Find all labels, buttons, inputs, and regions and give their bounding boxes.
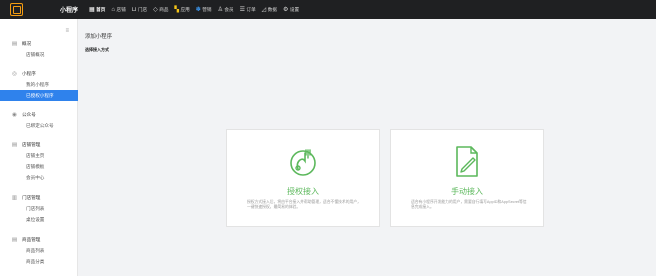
sidebar-item-goods-list[interactable]: 商品列表 — [0, 245, 78, 256]
group-label: 公众号 — [22, 112, 36, 117]
tag-icon: ◇ — [153, 6, 158, 13]
nav-item-data[interactable]: ◿ 数据 — [259, 0, 280, 19]
marketing-icon: ✽ — [195, 6, 201, 13]
group-label: 小程序 — [22, 71, 36, 76]
grid-icon: ▦ — [89, 6, 95, 13]
manual-access-card[interactable]: 手动接入 适合有小程序开发能力的用户，需要自行填写AppID和AppSecret… — [390, 129, 544, 227]
sidebar-item-authorized-miniapp[interactable]: 已授权小程序 — [0, 90, 78, 101]
nav-label: 首页 — [96, 6, 106, 12]
sidebar-group-title[interactable]: ◎ 小程序 — [0, 69, 78, 79]
nav-item-store[interactable]: ⊔ 门店 — [129, 0, 150, 19]
wechat-icon: ◉ — [12, 112, 17, 118]
store-manage-icon: ▥ — [11, 195, 18, 201]
shop-icon: ▤ — [11, 142, 18, 148]
overview-icon: ▤ — [11, 41, 18, 47]
order-icon: ☰ — [239, 6, 245, 13]
sidebar-item-table-settings[interactable]: 桌位设置 — [0, 214, 78, 225]
nav-item-apps[interactable]: ▚ 应用 — [171, 0, 192, 19]
top-navigation-bar: 小程序 ▦ 首页 ⌂ 店铺 ⊔ 门店 ◇ 商品 ▚ 应用 ✽ 营销 ♙ 会员 ☰… — [0, 0, 656, 19]
nav-label: 商品 — [159, 6, 169, 12]
sidebar: ≡ ▤ 概况 店铺概况 ◎ 小程序 我的小程序 已授权小程序 ◉ 公众号 已绑定… — [0, 19, 78, 276]
brand-logo[interactable] — [0, 0, 58, 19]
logo-mark-icon — [10, 3, 23, 16]
nav-item-settings[interactable]: ⚙ 设置 — [280, 0, 302, 19]
sidebar-item-store-list[interactable]: 门店列表 — [0, 203, 78, 214]
sidebar-item-my-miniapp[interactable]: 我的小程序 — [0, 79, 78, 90]
sidebar-group-title[interactable]: ▥ 门店管理 — [0, 193, 78, 203]
main-content: 添加小程序 选择接入方式 授权接入 授权方式接入后，将由平台接入并帮助管理，适合… — [78, 19, 656, 276]
menu-collapse-icon[interactable]: ≡ — [65, 28, 69, 34]
card-title: 手动接入 — [451, 187, 483, 196]
nav-item-member[interactable]: ♙ 会员 — [214, 0, 236, 19]
sidebar-group-wechat: ◉ 公众号 已绑定公众号 — [0, 110, 78, 131]
nav-item-marketing[interactable]: ✽ 营销 — [193, 0, 215, 19]
sidebar-group-overview: ▤ 概况 店铺概况 — [0, 39, 78, 60]
sidebar-group-title[interactable]: ◉ 公众号 — [0, 110, 78, 120]
sidebar-group-title[interactable]: ▤ 商品管理 — [0, 235, 78, 245]
sidebar-group-title[interactable]: ▤ 概况 — [0, 39, 78, 49]
nav-item-shop[interactable]: ⌂ 店铺 — [108, 0, 128, 19]
manual-document-icon — [456, 146, 478, 177]
nav-label: 店铺 — [116, 6, 126, 12]
nav-label: 门店 — [137, 6, 148, 12]
sidebar-group-miniapp: ◎ 小程序 我的小程序 已授权小程序 — [0, 69, 78, 101]
nav-label: 应用 — [180, 6, 190, 12]
nav-label: 会员 — [224, 6, 234, 12]
sidebar-group-title[interactable]: ▤ 店铺管理 — [0, 140, 78, 150]
nav-label: 数据 — [267, 6, 277, 12]
chart-icon: ◿ — [261, 6, 267, 13]
nav-label: 营销 — [202, 6, 212, 12]
main-nav: ▦ 首页 ⌂ 店铺 ⊔ 门店 ◇ 商品 ▚ 应用 ✽ 营销 ♙ 会员 ☰ 订单 — [86, 0, 302, 19]
nav-label: 设置 — [289, 6, 300, 12]
page-title: 添加小程序 — [85, 34, 112, 40]
group-label: 概况 — [22, 41, 32, 46]
authorize-access-card[interactable]: 授权接入 授权方式接入后，将由平台接入并帮助管理，适合不懂技术的用户，一键快速授… — [226, 129, 380, 227]
nav-item-goods[interactable]: ◇ 商品 — [150, 0, 171, 19]
miniapp-icon: ◎ — [12, 71, 17, 77]
sidebar-group-shop: ▤ 店铺管理 店铺主页 店铺模板 会员中心 — [0, 140, 78, 183]
store-label: 小程序 — [60, 8, 79, 14]
group-label: 商品管理 — [22, 237, 41, 242]
page-subtitle: 选择接入方式 — [85, 47, 109, 52]
card-description: 适合有小程序开发能力的用户，需要自行填写AppID和AppSecret等信息完成… — [411, 200, 527, 210]
group-label: 店铺管理 — [22, 142, 41, 147]
sidebar-item-member-center[interactable]: 会员中心 — [0, 172, 78, 183]
group-label: 门店管理 — [22, 195, 41, 200]
apps-icon: ▚ — [174, 6, 180, 13]
sidebar-item-shop-home[interactable]: 店铺主页 — [0, 150, 78, 161]
card-description: 授权方式接入后，将由平台接入并帮助管理，适合不懂技术的用户，一键快速授权，最简易… — [247, 200, 361, 210]
sidebar-item-store-overview[interactable]: 店铺概况 — [0, 49, 78, 60]
sidebar-group-goods: ▤ 商品管理 商品列表 商品分类 — [0, 235, 78, 267]
nav-label: 订单 — [246, 6, 256, 12]
sidebar-item-bound-wechat[interactable]: 已绑定公众号 — [0, 120, 78, 131]
sidebar-group-store: ▥ 门店管理 门店列表 桌位设置 — [0, 193, 78, 225]
card-title: 授权接入 — [287, 187, 319, 196]
goods-icon: ▤ — [11, 237, 18, 243]
sidebar-item-goods-category[interactable]: 商品分类 — [0, 256, 78, 267]
gear-icon: ⚙ — [283, 6, 289, 13]
home-icon: ⌂ — [111, 6, 115, 13]
nav-item-home[interactable]: ▦ 首页 — [86, 0, 108, 19]
sidebar-item-shop-template[interactable]: 店铺模板 — [0, 161, 78, 172]
user-icon: ♙ — [217, 6, 223, 13]
store-icon: ⊔ — [131, 6, 137, 13]
authorize-hand-icon — [290, 149, 316, 176]
nav-item-order[interactable]: ☰ 订单 — [237, 0, 259, 19]
